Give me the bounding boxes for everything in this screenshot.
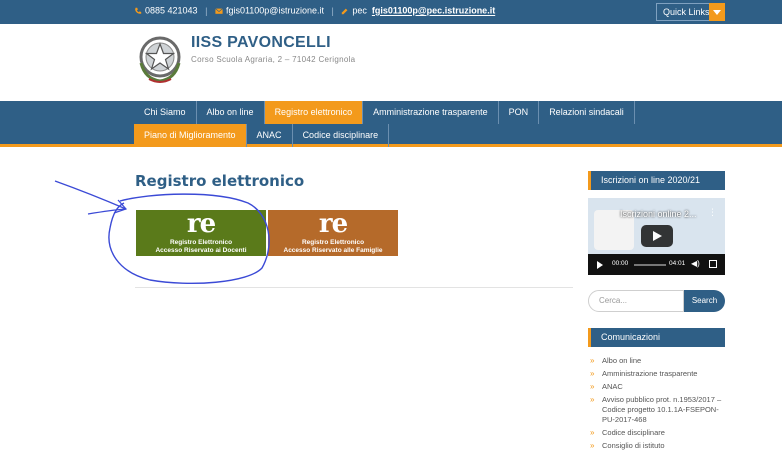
more-options-icon[interactable]: ⋮ <box>708 207 717 218</box>
email-link[interactable]: fgis01100p@istruzione.it <box>226 6 324 16</box>
page-title: Registro elettronico <box>135 172 305 190</box>
content-divider <box>135 287 573 288</box>
volume-icon[interactable]: ◀) <box>691 259 700 268</box>
re-logo: re <box>186 210 216 239</box>
nav-item-chi-siamo[interactable]: Chi Siamo <box>134 101 197 124</box>
top-bar: 0885 421043 | fgis01100p@istruzione.it |… <box>0 0 782 24</box>
chevron-down-icon[interactable] <box>709 3 725 21</box>
nav-item-pon[interactable]: PON <box>499 101 540 124</box>
pec-label: pec <box>352 5 367 16</box>
mail-icon <box>215 7 223 14</box>
re-logo: re <box>318 210 348 239</box>
nav-row-1: Chi Siamo Albo on line Registro elettron… <box>134 101 635 124</box>
separator: | <box>331 5 334 16</box>
nav-item-piano-di-miglioramento[interactable]: Piano di Miglioramento <box>134 124 247 147</box>
nav-item-albo-on-line[interactable]: Albo on line <box>197 101 265 124</box>
comunicazioni-link[interactable]: Consiglio di istituto <box>590 441 730 451</box>
pec-icon <box>342 8 348 14</box>
nav-item-codice-disciplinare[interactable]: Codice disciplinare <box>293 124 390 147</box>
main-navigation: Chi Siamo Albo on line Registro elettron… <box>0 101 782 147</box>
registro-famiglie-banner[interactable]: re Registro Elettronico Accesso Riservat… <box>268 210 398 256</box>
emblem-logo[interactable] <box>135 33 185 87</box>
banner-subtitle: Accesso Riservato alle Famiglie <box>283 247 383 254</box>
phone-icon <box>135 7 142 14</box>
site-title[interactable]: IISS PAVONCELLI <box>191 34 331 52</box>
quick-links-dropdown[interactable]: Quick Links <box>656 3 725 21</box>
video-title[interactable]: Iscrizioni online 2... <box>620 209 697 219</box>
nav-item-amministrazione-trasparente[interactable]: Amministrazione trasparente <box>363 101 499 124</box>
banner-subtitle: Accesso Riservato ai Docenti <box>155 247 247 254</box>
video-current-time: 00:00 <box>612 260 629 267</box>
search-button[interactable]: Search <box>684 290 725 312</box>
video-controls: 00:00 04:01 ◀) <box>588 254 725 275</box>
video-widget-heading: Iscrizioni on line 2020/21 <box>588 171 725 190</box>
comunicazioni-heading: Comunicazioni <box>588 328 725 347</box>
video-total-time: 04:01 <box>669 260 686 267</box>
video-player[interactable]: Iscrizioni online 2... ⋮ 00:00 04:01 ◀) <box>588 198 725 275</box>
contact-info: 0885 421043 | fgis01100p@istruzione.it |… <box>134 5 495 16</box>
comunicazioni-link[interactable]: Amministrazione trasparente <box>590 369 730 379</box>
phone-number: 0885 421043 <box>145 5 198 16</box>
banner-title: Registro Elettronico <box>301 239 365 246</box>
comunicazioni-link[interactable]: ANAC <box>590 382 730 392</box>
comunicazioni-link[interactable]: Avviso pubblico prot. n.1953/2017 – Codi… <box>590 395 730 425</box>
search-input[interactable]: Cerca... <box>588 290 684 312</box>
comunicazioni-link[interactable]: Codice disciplinare <box>590 428 730 438</box>
video-progress-bar[interactable] <box>634 264 666 266</box>
site-subtitle: Corso Scuola Agraria, 2 – 71042 Cerignol… <box>191 55 356 64</box>
nav-item-anac[interactable]: ANAC <box>247 124 293 147</box>
pec-email-link[interactable]: fgis01100p@pec.istruzione.it <box>372 6 495 16</box>
play-icon[interactable] <box>641 225 673 247</box>
comunicazioni-link[interactable]: Albo on line <box>590 356 730 366</box>
quick-links-label: Quick Links <box>663 7 710 17</box>
play-icon[interactable] <box>597 261 603 269</box>
nav-item-relazioni-sindacali[interactable]: Relazioni sindacali <box>539 101 635 124</box>
separator: | <box>205 5 208 16</box>
registro-docenti-banner[interactable]: re Registro Elettronico Accesso Riservat… <box>136 210 266 256</box>
fullscreen-icon[interactable] <box>709 260 717 268</box>
nav-item-registro-elettronico[interactable]: Registro elettronico <box>264 101 364 124</box>
nav-row-2: Piano di Miglioramento ANAC Codice disci… <box>134 124 390 147</box>
comunicazioni-list: Albo on line Amministrazione trasparente… <box>590 356 730 454</box>
banner-title: Registro Elettronico <box>169 239 233 246</box>
